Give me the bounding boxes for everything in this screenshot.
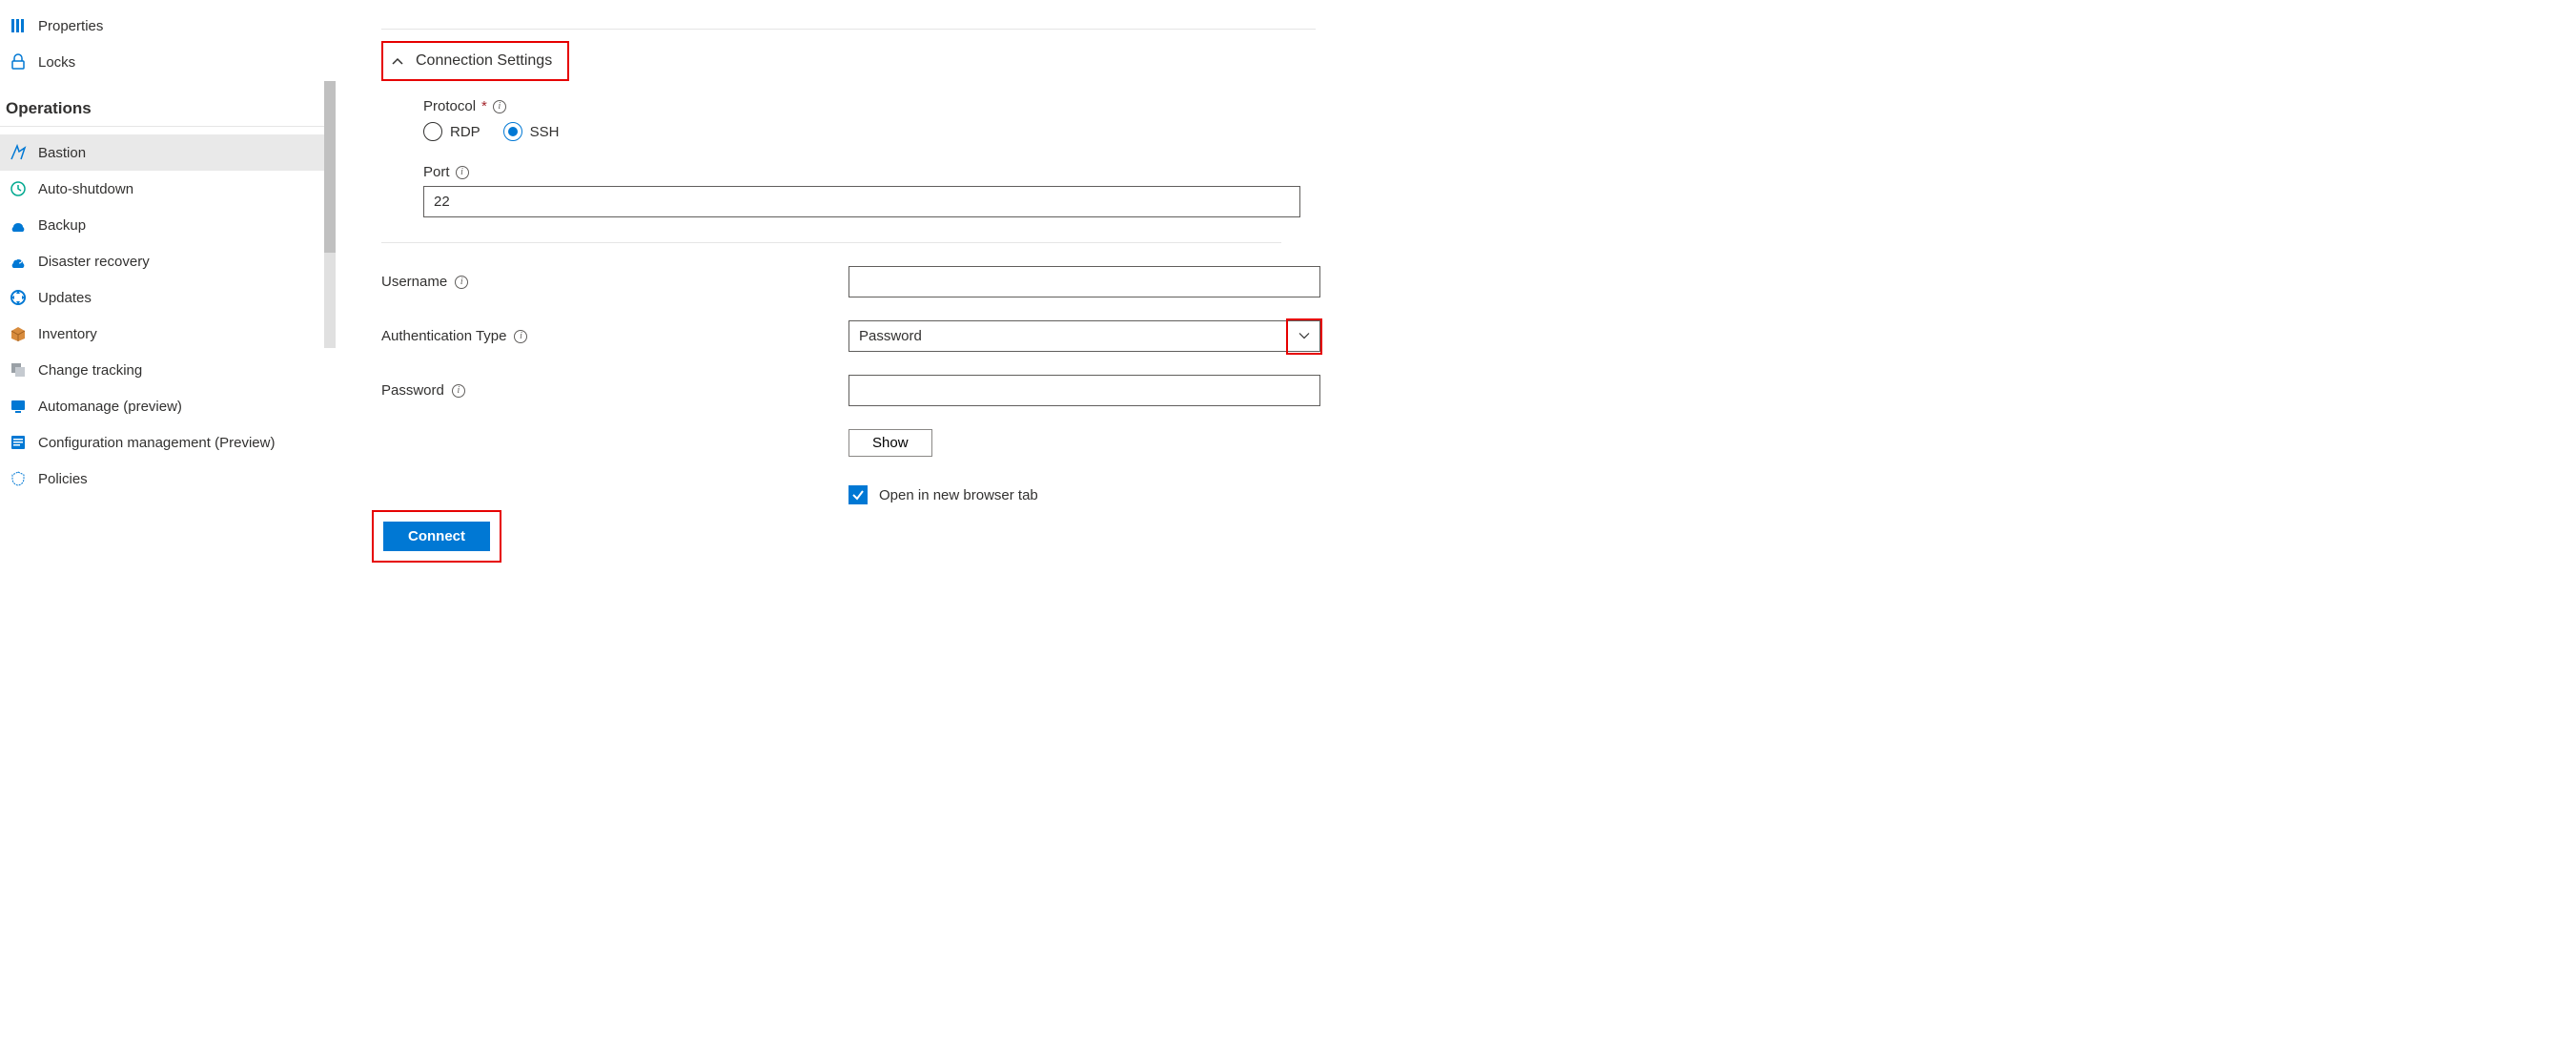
sidebar-item-label: Auto-shutdown (38, 181, 133, 197)
protocol-ssh-option[interactable]: SSH (503, 122, 560, 141)
info-icon[interactable]: i (455, 276, 468, 289)
radio-label: SSH (530, 124, 560, 140)
sidebar-item-change-tracking[interactable]: Change tracking (0, 352, 324, 388)
port-input[interactable] (423, 186, 1300, 217)
sidebar-item-label: Updates (38, 290, 92, 306)
sidebar-item-label: Change tracking (38, 362, 142, 379)
radio-label: RDP (450, 124, 480, 140)
password-input[interactable] (848, 375, 1320, 406)
sidebar-item-label: Disaster recovery (38, 254, 150, 270)
required-indicator: * (481, 98, 487, 114)
username-row: Username i (381, 266, 2576, 297)
connection-settings-header[interactable]: Connection Settings (381, 41, 569, 81)
port-label: Port i (423, 164, 2576, 180)
new-tab-row: Open in new browser tab (381, 468, 2576, 504)
sidebar-item-properties[interactable]: Properties (0, 8, 324, 44)
password-label: Password (381, 382, 444, 399)
updates-icon (10, 289, 27, 306)
protocol-port-area: Protocol * i RDP SSH Port i (381, 81, 2576, 217)
sidebar-item-disaster-recovery[interactable]: Disaster recovery (0, 243, 324, 279)
info-icon[interactable]: i (514, 330, 527, 343)
sidebar-item-label: Backup (38, 217, 86, 234)
sidebar-item-label: Automanage (preview) (38, 399, 182, 415)
divider (381, 242, 1281, 243)
protocol-radio-group: RDP SSH (423, 122, 2576, 141)
info-icon[interactable]: i (452, 384, 465, 398)
main-content: Connection Settings Protocol * i RDP SSH… (343, 0, 2576, 1046)
sidebar-item-locks[interactable]: Locks (0, 44, 324, 80)
policies-icon (10, 470, 27, 487)
sidebar-item-updates[interactable]: Updates (0, 279, 324, 316)
radio-unselected-icon (423, 122, 442, 141)
show-button[interactable]: Show (848, 429, 932, 457)
username-input[interactable] (848, 266, 1320, 297)
sidebar-item-label: Configuration management (Preview) (38, 435, 275, 451)
config-icon (10, 434, 27, 451)
connect-button-highlight: Connect (372, 510, 501, 563)
sidebar-item-label: Locks (38, 54, 75, 71)
sidebar-item-automanage[interactable]: Automanage (preview) (0, 388, 324, 424)
auth-type-label: Authentication Type (381, 328, 506, 344)
sidebar-item-policies[interactable]: Policies (0, 461, 324, 497)
sidebar-item-configuration-management[interactable]: Configuration management (Preview) (0, 424, 324, 461)
info-icon[interactable]: i (493, 100, 506, 113)
connect-button[interactable]: Connect (383, 522, 490, 551)
properties-icon (10, 17, 27, 34)
scrollbar[interactable] (324, 81, 336, 348)
bastion-icon (10, 144, 27, 161)
auth-type-row: Authentication Type i (381, 320, 2576, 352)
sidebar-item-bastion[interactable]: Bastion (0, 134, 324, 171)
check-icon (851, 488, 865, 502)
backup-icon (10, 216, 27, 234)
section-header-label: Connection Settings (416, 52, 552, 70)
sidebar-item-label: Inventory (38, 326, 97, 342)
new-tab-checkbox[interactable] (848, 485, 868, 504)
sidebar-item-inventory[interactable]: Inventory (0, 316, 324, 352)
sidebar-item-label: Policies (38, 471, 88, 487)
new-tab-label: Open in new browser tab (879, 487, 1038, 503)
protocol-rdp-option[interactable]: RDP (423, 122, 480, 141)
info-icon[interactable]: i (456, 166, 469, 179)
sidebar-item-auto-shutdown[interactable]: Auto-shutdown (0, 171, 324, 207)
scrollbar-thumb[interactable] (324, 81, 336, 253)
inventory-icon (10, 325, 27, 342)
automanage-icon (10, 398, 27, 415)
credentials-area: Username i Authentication Type i (381, 266, 2576, 563)
username-label: Username (381, 274, 447, 290)
lock-icon (10, 53, 27, 71)
sidebar-item-label: Bastion (38, 145, 86, 161)
sidebar-section-operations: Operations (0, 80, 324, 127)
radio-selected-icon (503, 122, 522, 141)
sidebar-item-label: Properties (38, 18, 103, 34)
recovery-icon (10, 253, 27, 270)
protocol-label: Protocol * i (423, 98, 2576, 114)
show-button-row: Show (381, 429, 2576, 457)
clock-icon (10, 180, 27, 197)
chevron-up-icon (391, 55, 402, 67)
password-row: Password i (381, 375, 2576, 406)
auth-type-dropdown[interactable] (848, 320, 1320, 352)
sidebar: Properties Locks Operations Bastion Auto… (0, 0, 324, 1046)
sidebar-item-backup[interactable]: Backup (0, 207, 324, 243)
tracking-icon (10, 361, 27, 379)
